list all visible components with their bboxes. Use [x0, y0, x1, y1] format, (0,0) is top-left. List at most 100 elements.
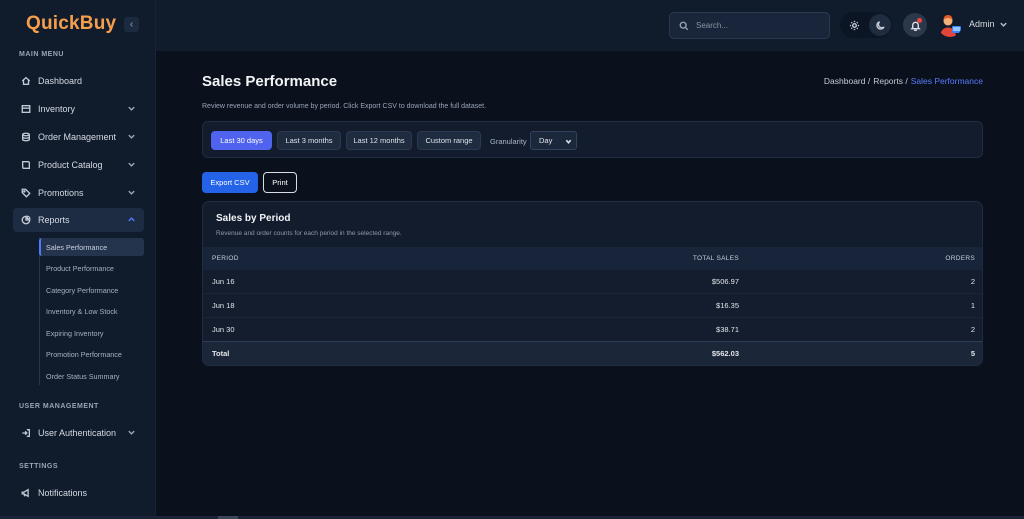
total-label: Total: [212, 349, 230, 358]
chevron-up-icon: [127, 215, 136, 224]
box-icon: [20, 104, 31, 115]
breadcrumb: Dashboard / Reports / Sales Performance: [824, 76, 983, 86]
range-last-3-months-button[interactable]: Last 3 months: [277, 131, 341, 150]
chevron-down-icon: [565, 139, 572, 145]
table-row: Jun 16 $506.97 2: [203, 269, 982, 293]
sidebar-item-reports[interactable]: Reports: [13, 208, 144, 232]
sidebar-item-label: Order Management: [38, 132, 117, 142]
cell-total-sales: $506.97: [711, 277, 739, 286]
table-total-row: Total $562.03 5: [203, 341, 982, 365]
pie-chart-icon: [20, 215, 31, 226]
sales-table: PERIOD TOTAL SALES ORDERS Jun 16 $506.97…: [203, 247, 982, 365]
cell-period: Jun 18: [212, 301, 235, 310]
sidebar-item-label: Dashboard: [38, 76, 83, 86]
sidebar-item-order-management[interactable]: Order Management: [13, 125, 144, 149]
main-menu-label: MAIN MENU: [19, 51, 64, 58]
avatar[interactable]: [938, 13, 962, 37]
user-name: Admin: [969, 19, 995, 29]
sidebar-item-notifications[interactable]: Notifications: [13, 481, 144, 505]
sidebar-item-promotions[interactable]: Promotions: [13, 181, 144, 205]
moon-icon: [875, 20, 885, 30]
sidebar-item-label: Promotions: [38, 188, 84, 198]
sidebar-subitem-inventory-low-stock[interactable]: Inventory & Low Stock: [39, 302, 144, 320]
cell-orders: 2: [970, 277, 975, 286]
sidebar-subitem-expiring-inventory[interactable]: Expiring Inventory: [39, 324, 144, 342]
granularity-label: Granularity: [490, 137, 527, 146]
sidebar-item-product-catalog[interactable]: Product Catalog: [13, 153, 144, 177]
user-menu[interactable]: Admin: [969, 19, 1008, 29]
header-orders[interactable]: ORDERS: [945, 247, 975, 269]
collapse-sidebar-button[interactable]: ‹: [124, 17, 139, 32]
notifications-button[interactable]: [903, 13, 927, 37]
dark-mode-button[interactable]: [869, 14, 891, 36]
theme-toggle[interactable]: [840, 12, 892, 38]
database-icon: [20, 132, 31, 143]
page-title: Sales Performance: [202, 73, 338, 90]
user-management-label: USER MANAGEMENT: [19, 403, 99, 410]
total-orders: 5: [970, 349, 975, 358]
chevron-down-icon: [127, 104, 136, 113]
megaphone-icon: [20, 488, 31, 499]
light-mode-button[interactable]: [843, 14, 865, 36]
chevron-down-icon: [127, 132, 136, 141]
sidebar: QuickBuy ‹ MAIN MENU Dashboard Inventory…: [0, 0, 156, 519]
chevron-down-icon: [127, 160, 136, 169]
search-box[interactable]: [669, 12, 830, 39]
sidebar-item-label: User Authentication: [38, 428, 117, 438]
granularity-select[interactable]: Day: [530, 131, 577, 150]
header-total-sales[interactable]: TOTAL SALES: [693, 247, 739, 269]
total-sales: $562.03: [711, 349, 739, 358]
topbar: Admin: [156, 0, 1024, 51]
table-header: PERIOD TOTAL SALES ORDERS: [203, 247, 982, 269]
sidebar-item-label: Inventory: [38, 104, 76, 114]
sun-icon: [849, 20, 859, 30]
app-logo[interactable]: QuickBuy: [26, 13, 116, 35]
chevron-left-icon: ‹: [129, 19, 134, 30]
sidebar-item-user-authentication[interactable]: User Authentication: [13, 421, 144, 445]
range-last-30-days-button[interactable]: Last 30 days: [211, 131, 272, 150]
breadcrumb-current: Sales Performance: [910, 76, 983, 86]
cell-orders: 1: [970, 301, 975, 310]
header-period[interactable]: PERIOD: [212, 247, 239, 269]
export-csv-button[interactable]: Export CSV: [202, 172, 258, 193]
tag-icon: [20, 188, 31, 199]
card-subtitle: Revenue and order counts for each period…: [216, 230, 402, 237]
sidebar-subitem-order-status-summary[interactable]: Order Status Summary: [39, 367, 144, 385]
search-input[interactable]: [696, 21, 816, 30]
cell-period: Jun 16: [212, 277, 235, 286]
card-title: Sales by Period: [216, 213, 291, 224]
page-description: Review revenue and order volume by perio…: [202, 103, 487, 110]
filter-bar: Last 30 days Last 3 months Last 12 month…: [202, 121, 983, 158]
table-row: Jun 18 $16.35 1: [203, 293, 982, 317]
granularity-value: Day: [539, 136, 553, 145]
cell-total-sales: $16.35: [716, 301, 739, 310]
sidebar-subitem-promotion-performance[interactable]: Promotion Performance: [39, 345, 144, 363]
settings-label: SETTINGS: [19, 463, 59, 470]
breadcrumb-reports[interactable]: Reports /: [873, 76, 908, 86]
sales-by-period-card: Sales by Period Revenue and order counts…: [202, 201, 983, 366]
sidebar-subitem-sales-performance[interactable]: Sales Performance: [39, 238, 144, 256]
chevron-down-icon: [999, 22, 1007, 27]
sidebar-item-inventory[interactable]: Inventory: [13, 97, 144, 121]
print-button[interactable]: Print: [263, 172, 297, 193]
sidebar-subitem-product-performance[interactable]: Product Performance: [39, 259, 144, 277]
sidebar-item-label: Reports: [38, 215, 70, 225]
book-icon: [20, 160, 31, 171]
breadcrumb-dashboard[interactable]: Dashboard /: [824, 76, 870, 86]
table-row: Jun 30 $38.71 2: [203, 317, 982, 341]
sidebar-item-label: Product Catalog: [38, 160, 103, 170]
login-icon: [20, 428, 31, 439]
range-custom-button[interactable]: Custom range: [417, 131, 481, 150]
chevron-down-icon: [127, 188, 136, 197]
cell-period: Jun 30: [212, 325, 235, 334]
search-icon: [679, 21, 689, 30]
chevron-down-icon: [127, 428, 136, 437]
home-icon: [20, 76, 31, 87]
sidebar-subitem-category-performance[interactable]: Category Performance: [39, 281, 144, 299]
cell-total-sales: $38.71: [716, 325, 739, 334]
range-last-12-months-button[interactable]: Last 12 months: [346, 131, 412, 150]
sidebar-item-dashboard[interactable]: Dashboard: [13, 69, 144, 93]
cell-orders: 2: [970, 325, 975, 334]
sidebar-item-label: Notifications: [38, 488, 88, 498]
notification-dot: [917, 18, 922, 23]
